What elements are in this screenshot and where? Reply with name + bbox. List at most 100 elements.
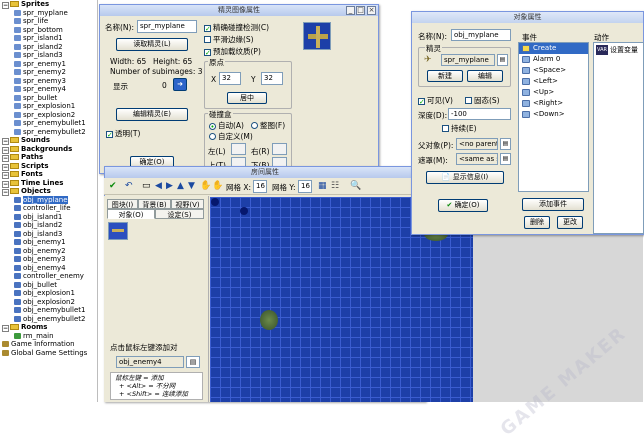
mask-field[interactable]: <same as spri <box>456 153 498 165</box>
tree-item[interactable]: spr_enemy3 <box>0 77 97 86</box>
sprite-window-titlebar[interactable]: 精灵图像属性 _ □ × <box>100 5 378 16</box>
tree-item[interactable]: obj_enemy3 <box>0 255 97 264</box>
bbox-full-radio[interactable]: 整图(F) <box>251 120 285 131</box>
sprite-name-input[interactable]: spr_myplane <box>137 20 197 33</box>
grid-toggle-icon[interactable]: ▦ <box>318 181 327 191</box>
tree-folder[interactable]: − Fonts <box>0 170 97 179</box>
event-item[interactable]: <Right> <box>519 98 588 109</box>
tree-item[interactable]: spr_explosion2 <box>0 111 97 120</box>
object-window-titlebar[interactable]: 对象属性 <box>412 12 643 23</box>
event-item[interactable]: <Up> <box>519 87 588 98</box>
tab-views[interactable]: 视野(V) <box>171 199 204 209</box>
tree-item[interactable]: obj_enemybullet2 <box>0 315 97 324</box>
tree-item[interactable]: obj_bullet <box>0 281 97 290</box>
tree-item[interactable]: obj_explosion2 <box>0 298 97 307</box>
tree-folder[interactable]: − Sounds <box>0 136 97 145</box>
add-event-button[interactable]: 添加事件 <box>522 198 584 211</box>
next-subimage-button[interactable]: ➜ <box>173 78 187 91</box>
undo-icon[interactable]: ↶ <box>125 181 133 191</box>
bbox-manual-radio[interactable]: 自定义(M) <box>209 131 253 142</box>
tree-item[interactable]: controller_life <box>0 204 97 213</box>
tree-folder[interactable]: − Scripts <box>0 162 97 171</box>
center-button[interactable]: 居中 <box>227 92 267 104</box>
bbox-auto-radio[interactable]: • 自动(A) <box>209 120 244 131</box>
tree-item[interactable]: obj_myplane <box>0 195 97 205</box>
tree-item[interactable]: spr_enemybullet1 <box>0 119 97 128</box>
tree-item[interactable]: spr_explosion1 <box>0 102 97 111</box>
edit-object-sprite-button[interactable]: 编辑 <box>467 70 503 82</box>
origin-x-input[interactable]: 32 <box>219 72 241 85</box>
shift-up-icon[interactable]: ▲ <box>177 181 184 191</box>
action-item[interactable]: VAR 设置变量 <box>594 43 643 57</box>
solid-checkbox[interactable]: 固态(S) <box>465 95 500 106</box>
tab-tiles[interactable]: 图块(I) <box>107 199 138 209</box>
visible-checkbox[interactable]: ✓ 可见(V) <box>418 95 453 106</box>
tree-item[interactable]: Global Game Settings <box>0 349 97 358</box>
show-info-button[interactable]: 📄 显示信息(I) <box>426 171 504 184</box>
edit-sprite-button[interactable]: 编辑精灵(E) <box>116 108 188 121</box>
tree-item[interactable]: obj_enemy1 <box>0 238 97 247</box>
sort-icon[interactable]: ✋ <box>200 181 211 191</box>
shift-down-icon[interactable]: ▼ <box>188 181 195 191</box>
ok-check-icon[interactable]: ✔ <box>109 181 117 191</box>
tree-item[interactable]: spr_island3 <box>0 51 97 60</box>
event-item[interactable]: <Space> <box>519 65 588 76</box>
tree-folder[interactable]: − Paths <box>0 153 97 162</box>
zoom-icon[interactable]: 🔍 <box>350 181 361 191</box>
shift-right-icon[interactable]: ▶ <box>166 181 173 191</box>
event-item[interactable]: Alarm 0 <box>519 54 588 65</box>
events-list[interactable]: Create Alarm 0 <Space> <Left> <Up> <Right> <Do… <box>518 42 589 192</box>
island-instance[interactable] <box>260 310 278 330</box>
tree-item[interactable]: obj_enemy4 <box>0 264 97 273</box>
origin-y-input[interactable]: 32 <box>261 72 283 85</box>
resource-tree[interactable]: − Sprites spr_myplane spr_life spr_bottom spr… <box>0 0 98 402</box>
clear-room-icon[interactable]: ▭ <box>142 181 151 191</box>
event-item[interactable]: <Down> <box>519 109 588 120</box>
bbox-right-input[interactable] <box>272 143 287 155</box>
tree-folder[interactable]: − Time Lines <box>0 179 97 188</box>
object-instance-dot[interactable] <box>240 207 248 215</box>
tree-item[interactable]: spr_bottom <box>0 26 97 35</box>
sprite-menu-button[interactable]: ▤ <box>497 54 508 66</box>
tree-item[interactable]: obj_island3 <box>0 230 97 239</box>
tree-item[interactable]: spr_enemy2 <box>0 68 97 77</box>
lock-icon[interactable]: ✋ <box>212 181 223 191</box>
minimize-icon[interactable]: _ <box>346 6 355 15</box>
tree-item[interactable]: obj_island1 <box>0 213 97 222</box>
tree-item[interactable]: obj_enemybullet1 <box>0 306 97 315</box>
maximize-icon[interactable]: □ <box>356 6 365 15</box>
tree-item[interactable]: spr_life <box>0 17 97 26</box>
tab-objects[interactable]: 对象(O) <box>107 209 155 219</box>
tree-item[interactable]: spr_enemy1 <box>0 60 97 69</box>
tree-item[interactable]: obj_island2 <box>0 221 97 230</box>
tree-item[interactable]: spr_island2 <box>0 43 97 52</box>
transparent-checkbox[interactable]: ✓ 透明(T) <box>106 128 140 139</box>
object-ok-button[interactable]: ✔ 确定(O) <box>438 199 488 212</box>
tree-folder[interactable]: − Sprites <box>0 0 97 9</box>
iso-grid-icon[interactable]: ☷ <box>331 181 339 191</box>
selected-object-field[interactable]: obj_enemy4 <box>116 356 184 368</box>
tree-folder[interactable]: − Rooms <box>0 323 97 332</box>
tree-item[interactable]: spr_enemybullet2 <box>0 128 97 137</box>
actions-list[interactable]: VAR 设置变量 <box>593 42 644 234</box>
load-sprite-button[interactable]: 读取精灵(L) <box>116 38 188 51</box>
tree-item[interactable]: spr_myplane <box>0 9 97 18</box>
tree-item[interactable]: obj_explosion1 <box>0 289 97 298</box>
parent-field[interactable]: <no parent> <box>456 138 498 150</box>
change-event-button[interactable]: 更改 <box>557 216 583 229</box>
tree-item[interactable]: spr_enemy4 <box>0 85 97 94</box>
event-item[interactable]: <Left> <box>519 76 588 87</box>
depth-input[interactable]: -100 <box>448 108 511 120</box>
smooth-edges-checkbox[interactable]: 平滑边缘(S) <box>204 34 254 45</box>
tree-item[interactable]: spr_island1 <box>0 34 97 43</box>
object-instance-dot[interactable] <box>211 198 219 206</box>
object-menu-button[interactable]: ▤ <box>186 356 200 368</box>
tab-settings[interactable]: 设定(S) <box>155 209 204 219</box>
object-sprite-field[interactable]: spr_myplane <box>441 54 495 66</box>
new-sprite-button[interactable]: 新建 <box>427 70 463 82</box>
tree-item[interactable]: spr_bullet <box>0 94 97 103</box>
room-window-titlebar[interactable]: 房间属性 <box>105 167 425 178</box>
parent-menu-button[interactable]: ▤ <box>500 138 511 150</box>
tree-item[interactable]: rm_main <box>0 332 97 341</box>
grid-y-input[interactable]: 16 <box>298 180 312 193</box>
